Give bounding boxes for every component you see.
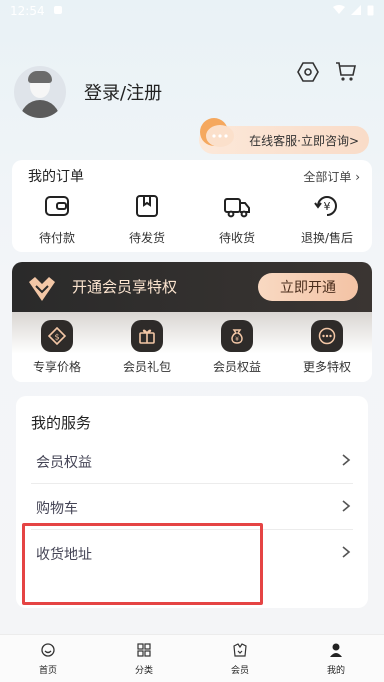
profile-header[interactable]: 登录/注册 xyxy=(14,66,162,118)
tab-home[interactable]: 首页 xyxy=(0,635,96,682)
service-label: 购物车 xyxy=(36,500,78,517)
chevron-right-icon xyxy=(339,499,353,517)
customer-service-label: 在线客服·立即咨询> xyxy=(249,133,359,148)
perk-label: 专享价格 xyxy=(32,360,81,374)
orders-card: 我的订单 全部订单 › 待付款 待发货 待收货 ¥ 退换/售后 xyxy=(12,160,372,252)
chevron-right-icon: › xyxy=(355,170,360,184)
login-register-link[interactable]: 登录/注册 xyxy=(84,79,162,105)
highlight-box xyxy=(22,523,263,605)
svg-text:¥: ¥ xyxy=(324,200,331,213)
all-orders-link[interactable]: 全部订单 › xyxy=(303,168,360,185)
tab-member[interactable]: 会员 xyxy=(192,635,288,682)
perk-exclusive-price[interactable]: $ 专享价格 xyxy=(12,320,102,375)
perk-more[interactable]: 更多特权 xyxy=(282,320,372,375)
crown-icon xyxy=(26,272,58,304)
services-title: 我的服务 xyxy=(31,414,94,432)
gift-icon xyxy=(131,320,163,352)
signal-icon xyxy=(351,4,361,18)
vip-banner[interactable]: 开通会员享特权 立即开通 $ 专享价格 会员礼包 ¥ 会员权益 更多特权 xyxy=(12,262,372,382)
open-membership-button[interactable]: 立即开通 xyxy=(258,273,358,301)
svg-text:¥: ¥ xyxy=(235,336,239,343)
order-item-label: 待发货 xyxy=(128,231,165,245)
perk-label: 会员权益 xyxy=(212,360,261,374)
category-icon xyxy=(136,642,152,661)
wifi-icon xyxy=(333,4,345,18)
tab-label: 会员 xyxy=(230,665,249,676)
tab-category[interactable]: 分类 xyxy=(96,635,192,682)
chevron-right-icon xyxy=(339,545,353,563)
perk-label: 更多特权 xyxy=(302,360,351,374)
truck-icon xyxy=(223,192,251,223)
perk-label: 会员礼包 xyxy=(122,360,171,374)
order-item-label: 待付款 xyxy=(38,231,75,245)
perk-member-rights[interactable]: ¥ 会员权益 xyxy=(192,320,282,375)
service-label: 会员权益 xyxy=(36,454,92,471)
order-item-label: 退换/售后 xyxy=(300,231,354,245)
member-icon xyxy=(232,642,248,661)
wallet-icon xyxy=(43,192,71,223)
order-pending-receipt[interactable]: 待收货 xyxy=(192,192,282,246)
tab-profile[interactable]: 我的 xyxy=(288,635,384,682)
chevron-right-icon xyxy=(339,453,353,471)
more-icon xyxy=(311,320,343,352)
tab-label: 分类 xyxy=(134,665,153,676)
order-pending-shipment[interactable]: 待发货 xyxy=(102,192,192,246)
refund-icon: ¥ xyxy=(313,192,341,223)
battery-icon xyxy=(367,4,374,19)
cart-icon[interactable] xyxy=(334,60,358,88)
money-bag-icon: ¥ xyxy=(221,320,253,352)
home-icon xyxy=(40,642,56,661)
status-time: 12:54 xyxy=(10,4,45,18)
tab-label: 首页 xyxy=(38,665,57,676)
order-pending-payment[interactable]: 待付款 xyxy=(12,192,102,246)
order-refund-aftersale[interactable]: ¥ 退换/售后 xyxy=(282,192,372,246)
perk-member-gift[interactable]: 会员礼包 xyxy=(102,320,192,375)
chat-bubble-icon xyxy=(196,116,238,150)
settings-hexagon-icon[interactable] xyxy=(296,60,320,88)
price-tag-icon: $ xyxy=(41,320,73,352)
svg-text:$: $ xyxy=(54,333,59,342)
service-member-rights[interactable]: 会员权益 xyxy=(31,440,353,484)
avatar[interactable] xyxy=(14,66,66,118)
orders-title: 我的订单 xyxy=(28,166,86,186)
notification-icon xyxy=(53,4,63,18)
status-bar: 12:54 xyxy=(0,0,384,22)
box-icon xyxy=(133,192,161,223)
order-item-label: 待收货 xyxy=(218,231,255,245)
bottom-tab-bar: 首页 分类 会员 我的 xyxy=(0,634,384,682)
vip-title: 开通会员享特权 xyxy=(72,278,178,296)
profile-icon xyxy=(328,642,344,661)
tab-label: 我的 xyxy=(326,665,345,676)
